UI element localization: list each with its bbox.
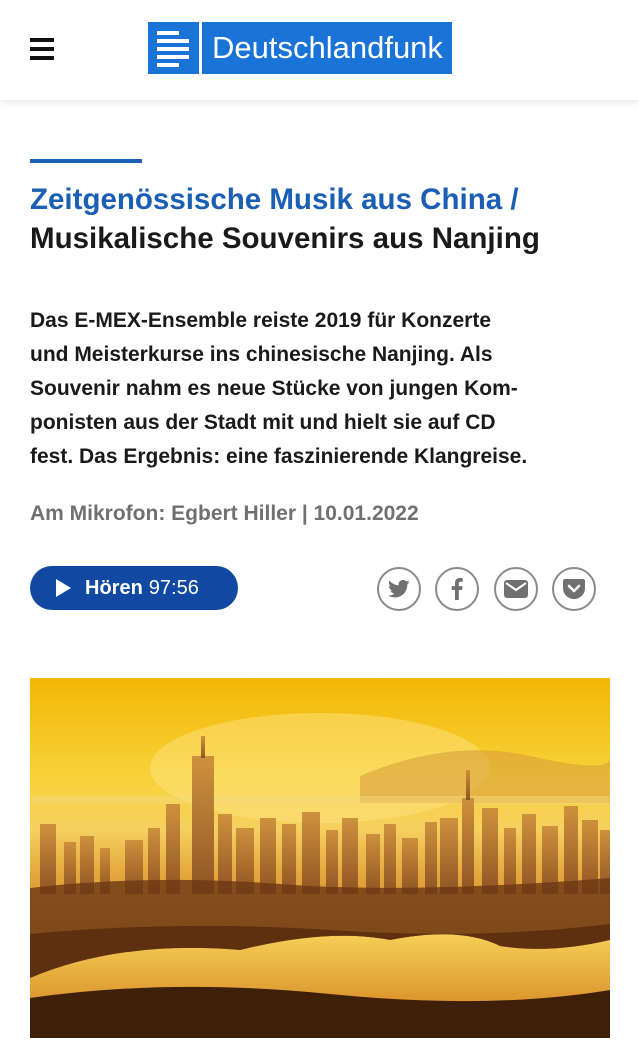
twitter-icon	[388, 579, 410, 598]
article-meta: Am Mikrofon: Egbert Hiller | 10.01.2022	[30, 502, 419, 525]
listen-button[interactable]: Hören 97:56	[30, 566, 238, 610]
mail-icon	[504, 580, 528, 598]
article-headline: Musikalische Souvenirs aus Nanjing	[30, 222, 540, 255]
teaser-line: und Meisterkurse ins chinesische Nanjing…	[30, 343, 493, 366]
site-logo[interactable]: Deutschlandfunk	[148, 22, 452, 74]
share-mail-button[interactable]	[494, 567, 538, 611]
article-teaser: Das E-MEX-Ensemble reiste 2019 für Konze…	[30, 304, 620, 474]
listen-duration: 97:56	[148, 576, 199, 599]
hamburger-menu-icon[interactable]	[30, 38, 54, 60]
hero-image	[30, 678, 610, 1038]
teaser-line: Souvenir nahm es neue Stücke von jungen …	[30, 377, 518, 400]
pocket-icon	[563, 579, 585, 599]
article-title: Zeitgenössische Musik aus China / Musika…	[30, 180, 620, 258]
teaser-line: ponisten aus der Stadt mit und hielt sie…	[30, 411, 496, 434]
teaser-line: fest. Das Ergebnis: eine faszinierende K…	[30, 445, 528, 468]
play-icon	[56, 579, 71, 597]
skyline-photo	[30, 678, 610, 1038]
logo-text: Deutschlandfunk	[202, 22, 452, 74]
title-accent-line	[30, 159, 142, 163]
article-kicker: Zeitgenössische Musik aus China /	[30, 183, 519, 216]
logo-mark-icon	[148, 22, 199, 74]
site-header: Deutschlandfunk	[0, 0, 639, 100]
share-facebook-button[interactable]	[435, 567, 479, 611]
share-pocket-button[interactable]	[552, 567, 596, 611]
listen-label: Hören	[85, 576, 143, 599]
teaser-line: Das E-MEX-Ensemble reiste 2019 für Konze…	[30, 309, 491, 332]
facebook-icon	[451, 578, 463, 600]
share-twitter-button[interactable]	[377, 567, 421, 611]
